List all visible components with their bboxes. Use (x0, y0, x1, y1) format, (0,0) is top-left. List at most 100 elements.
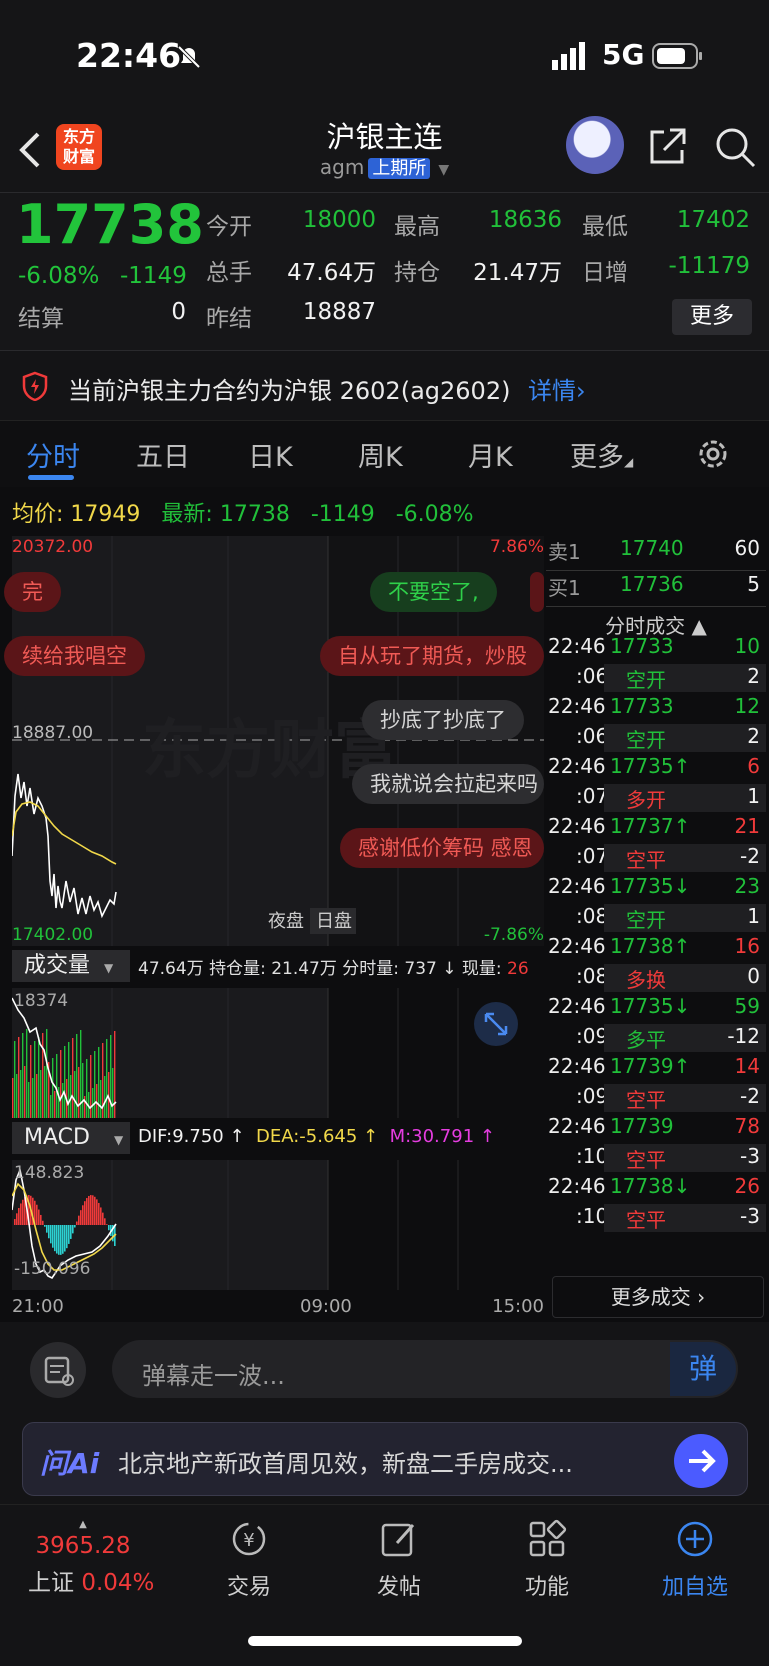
bell-muted-icon (177, 45, 201, 69)
macd-bar (106, 1224, 108, 1225)
macd-bar (50, 1225, 52, 1244)
trade-row: 22:46 17733 10 (548, 634, 760, 658)
more-button[interactable]: 更多 (672, 299, 752, 335)
arrow-right-icon (689, 1449, 716, 1473)
change-value: -1149 (120, 263, 187, 289)
macd-bar (46, 1225, 48, 1233)
macd-bar (64, 1225, 66, 1252)
nav-functions[interactable]: 功能 (492, 1519, 602, 1601)
high-value: 18636 (488, 207, 562, 233)
time-axis: 21:00 09:00 15:00 (12, 1296, 544, 1320)
trade-panel: 卖1 17740 60 买1 17736 5 分时成交 ▲ 22:46 17733… (546, 536, 769, 1320)
clock: 22:46 (76, 36, 182, 75)
macd-bar (22, 1199, 24, 1225)
nav-add-watchlist[interactable]: 加自选 (640, 1519, 750, 1601)
nav-index-quote[interactable]: ▲ 3965.28 上证 0.04% (28, 1519, 154, 1597)
volume-bar (56, 1054, 58, 1118)
comment-bar: 弹幕走一波... 弹 (0, 1322, 769, 1414)
trade-row: 22:46 17739↑ 14 (548, 1054, 760, 1078)
macd-bar (16, 1213, 18, 1225)
danmu-bubble: 不要空了, (370, 572, 497, 612)
macd-bar (88, 1195, 90, 1225)
trade-row: 22:46 17735↓ 23 (548, 874, 760, 898)
danmu-input-placeholder: 弹幕走一波... (142, 1362, 285, 1390)
volume-bar (104, 1076, 106, 1118)
volume-bar (58, 1087, 60, 1118)
macd-bar (38, 1209, 40, 1225)
volume-bar (64, 1046, 66, 1118)
notice-bar[interactable]: 当前沪银主力合约为沪银 2602(ag2602) 详情› (0, 350, 769, 421)
low-value: 17402 (676, 207, 750, 233)
macd-indicator-select[interactable]: MACD ▼ (12, 1122, 130, 1154)
settle-value: 0 (171, 299, 186, 325)
share-icon[interactable] (648, 126, 688, 166)
daily-increase-value: -11179 (668, 253, 750, 279)
trade-subrow: :09 多平 -12 (546, 1024, 766, 1056)
volume-indicator-select[interactable]: 成交量 ▼ (12, 950, 130, 982)
macd-info: DIF:9.750 ↑ DEA:-5.645 ↑ M:30.791 ↑ (138, 1126, 495, 1147)
tab-more[interactable]: 更多◢ (570, 435, 633, 474)
signal-icon (552, 42, 585, 70)
day-session-tab[interactable]: 日盘 (316, 911, 352, 932)
notice-details-link[interactable]: 详情› (528, 371, 586, 406)
more-trades-link[interactable]: 更多成交 › (552, 1276, 764, 1318)
tab-five-day[interactable]: 五日 (136, 435, 190, 474)
settle-label: 结算 (18, 306, 64, 332)
macd-chart: 148.823 -150.096 (12, 1160, 459, 1290)
macd-bar (54, 1225, 56, 1252)
trade-subrow: :09 空平 -2 (546, 1084, 766, 1116)
open-label: 今开 (206, 214, 252, 240)
macd-bar (62, 1225, 64, 1254)
danmu-bubble: 我就说会拉起来吗 (352, 764, 544, 804)
tab-intraday[interactable]: 分时 (26, 435, 80, 474)
tab-weekly-k[interactable]: 周K (358, 435, 403, 474)
danmu-send-button[interactable]: 弹 (670, 1342, 736, 1396)
search-icon[interactable] (714, 126, 756, 168)
danmu-bubble: 续给我唱空 (4, 636, 145, 676)
macd-bar (56, 1225, 58, 1254)
volume-bar (74, 1071, 76, 1118)
macd-bar (100, 1207, 102, 1225)
macd-bar (108, 1225, 110, 1231)
intraday-info-line: 均价: 17949 最新: 17738 -1149 -6.08% (12, 502, 474, 527)
macd-bar (48, 1225, 50, 1239)
svg-text:¥: ¥ (243, 1530, 254, 1551)
nav-post[interactable]: 发帖 (344, 1519, 454, 1601)
trade-row: 22:46 17735↓ 59 (548, 994, 760, 1018)
nav-trade[interactable]: ¥ 交易 (194, 1519, 304, 1601)
macd-bar (70, 1225, 72, 1239)
macd-bar (94, 1196, 96, 1225)
assistant-robot-icon[interactable] (566, 116, 624, 174)
volume-bar (94, 1051, 96, 1118)
night-session-tab[interactable]: 夜盘 (268, 911, 304, 932)
prev-settle-value: 18887 (302, 299, 376, 325)
macd-bar (86, 1198, 88, 1225)
volume-bar (114, 1031, 116, 1118)
volume-bar (38, 1037, 40, 1118)
volume-bar (34, 1041, 36, 1118)
trade-row: 22:46 17738↑ 16 (548, 934, 760, 958)
ai-logo: 问Ai (40, 1447, 100, 1480)
gear-icon[interactable] (696, 437, 730, 471)
open-interest-label: 持仓 (394, 260, 440, 286)
high-label: 最高 (394, 214, 440, 240)
yen-exchange-icon: ¥ (232, 1522, 266, 1556)
macd-bar (84, 1201, 86, 1225)
ai-go-button[interactable] (674, 1434, 728, 1488)
volume-bar (28, 1082, 30, 1118)
open-interest-value: 21.47万 (473, 260, 562, 286)
macd-bottom-label: -150.096 (14, 1259, 90, 1279)
danmu-bubble (530, 572, 544, 612)
battery-icon (652, 43, 702, 69)
tab-daily-k[interactable]: 日K (248, 435, 293, 474)
macd-bar (96, 1199, 98, 1225)
low-label: 最低 (582, 214, 628, 240)
tab-monthly-k[interactable]: 月K (468, 435, 513, 474)
danmu-settings-icon[interactable] (30, 1342, 86, 1398)
trade-row: 22:46 17738↓ 26 (548, 1174, 760, 1198)
volume-bar (50, 1095, 52, 1118)
macd-bar (76, 1221, 78, 1225)
open-value: 18000 (302, 207, 376, 233)
volume-bar (60, 1050, 62, 1118)
quote-panel: 17738 -6.08% -1149 今开 18000 最高 18636 最低 … (0, 192, 769, 351)
